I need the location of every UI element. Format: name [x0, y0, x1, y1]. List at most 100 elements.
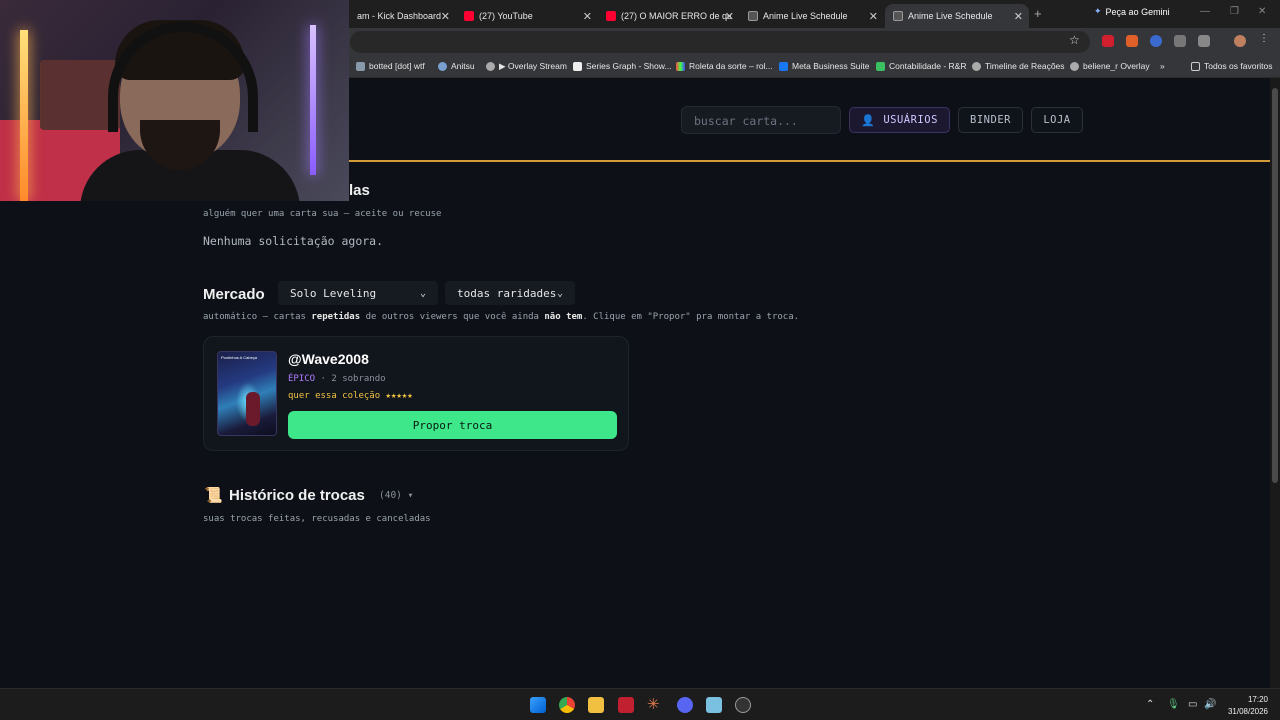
store-button[interactable]: LOJA [1031, 107, 1083, 133]
extensions-puzzle-icon[interactable] [1198, 35, 1210, 47]
history-count-toggle[interactable]: (40) ▾ [379, 490, 413, 501]
windows-taskbar: ✳ ⌃ 🎙 ▭ 🔊 17:20 31/08/2026 [0, 688, 1280, 720]
extension-icon[interactable] [1102, 35, 1114, 47]
market-desc-bold: repetidas [311, 312, 361, 322]
bookmark-item[interactable]: Series Graph - Show... [573, 61, 672, 71]
rarity-select[interactable]: todas raridades ⌄ [445, 281, 575, 305]
history-title[interactable]: Histórico de trocas [229, 487, 365, 504]
file-explorer-icon[interactable] [588, 697, 604, 713]
users-label: USUÁRIOS [883, 114, 938, 126]
clock-date: 31/08/2026 [1227, 707, 1268, 716]
profile-avatar[interactable] [1234, 35, 1246, 47]
collection-select[interactable]: Solo Leveling ⌄ [278, 281, 438, 305]
chrome-icon[interactable] [559, 697, 575, 713]
new-tab-icon[interactable]: + [1034, 6, 1042, 21]
notepad-icon[interactable] [706, 697, 722, 713]
market-desc-text: de outros viewers que você ainda [360, 312, 545, 322]
page-icon [893, 11, 903, 21]
taskbar-clock[interactable]: 17:20 31/08/2026 [1222, 694, 1268, 718]
bookmark-item[interactable]: Roleta da sorte – rol... [676, 61, 773, 71]
gemini-button[interactable]: ✦ Peça ao Gemini [1094, 6, 1170, 17]
tab-kick-dashboard[interactable]: am - Kick Dashboard ✕ [349, 4, 456, 28]
collection-select-value: Solo Leveling [290, 286, 377, 300]
bookmark-label: botted [dot] wtf [369, 61, 425, 71]
scrollbar-thumb[interactable] [1272, 88, 1278, 483]
propose-trade-button[interactable]: Propor troca [288, 411, 617, 439]
close-icon[interactable]: ✕ [583, 10, 592, 23]
market-title: Mercado [203, 286, 265, 303]
page-scrollbar[interactable] [1270, 78, 1280, 688]
bookmark-label: beliene_r Overlay [1083, 61, 1150, 71]
bookmark-icon [486, 62, 495, 71]
market-desc-text: automático — cartas [203, 312, 312, 322]
bookmark-label: Meta Business Suite [792, 61, 870, 71]
tray-chevron-icon[interactable]: ⌃ [1146, 699, 1154, 710]
app-icon[interactable]: ✳ [647, 695, 663, 713]
bookmark-icon [573, 61, 582, 71]
close-icon[interactable]: ✕ [869, 10, 878, 23]
address-bar[interactable] [350, 31, 1090, 53]
rarity-badge: ÉPICO [288, 374, 316, 384]
bookmark-icon [876, 61, 885, 71]
card-image[interactable]: Pontinhos A Cabeça [217, 351, 277, 436]
tab-youtube[interactable]: (27) YouTube ✕ [456, 4, 598, 28]
bookmark-star-icon[interactable]: ☆ [1069, 33, 1080, 47]
extension-icon[interactable] [1174, 35, 1186, 47]
bookmark-label: Roleta da sorte – rol... [689, 61, 773, 71]
all-bookmarks-folder[interactable]: Todos os favoritos [1191, 61, 1273, 71]
tab-youtube-video[interactable]: (27) O MAIOR ERRO de qu ✕ [598, 4, 740, 28]
offer-card: Pontinhos A Cabeça @Wave2008 ÉPICO · 2 s… [203, 336, 629, 451]
tab-label: Anime Live Schedule [908, 11, 993, 21]
offer-username: @Wave2008 [288, 351, 369, 367]
volume-icon[interactable]: 🔊 [1204, 699, 1216, 710]
binder-button[interactable]: BINDER [958, 107, 1023, 133]
bookmark-item[interactable]: Meta Business Suite [779, 61, 869, 71]
close-icon[interactable]: ✕ [1014, 10, 1023, 23]
card-art-figure [246, 392, 260, 426]
bookmark-label: Series Graph - Show... [586, 61, 672, 71]
folder-label: Todos os favoritos [1204, 61, 1273, 71]
webcam-overlay [0, 0, 349, 201]
close-icon[interactable]: ✕ [441, 10, 450, 23]
more-bookmarks-icon[interactable]: » [1160, 61, 1165, 71]
discord-icon[interactable] [677, 697, 693, 713]
bookmark-item[interactable]: Anitsu [438, 61, 475, 71]
bookmark-item[interactable]: beliene_r Overlay [1070, 61, 1150, 71]
search-input[interactable]: buscar carta... [681, 106, 841, 134]
bookmark-item[interactable]: ▶ Overlay Stream [486, 61, 567, 72]
start-icon[interactable] [530, 697, 546, 713]
microphone-icon[interactable]: 🎙 [1167, 699, 1180, 710]
minimize-icon[interactable]: — [1200, 6, 1210, 17]
bookmark-label: ▶ Overlay Stream [499, 61, 567, 71]
tab-anime-schedule[interactable]: Anime Live Schedule ✕ [740, 4, 884, 28]
maximize-icon[interactable]: ❐ [1230, 6, 1239, 17]
extension-icon[interactable] [1150, 35, 1162, 47]
obs-icon[interactable] [735, 697, 751, 713]
bookmark-item[interactable]: Contabilidade - R&R [876, 61, 966, 71]
chevron-down-icon: ⌄ [556, 287, 563, 299]
market-desc-bold: não tem [544, 312, 583, 322]
chevron-down-icon: ⌄ [419, 287, 426, 299]
clock-time: 17:20 [1247, 695, 1268, 704]
close-icon[interactable]: ✕ [725, 10, 734, 23]
network-icon[interactable]: ▭ [1188, 699, 1197, 710]
offer-wants: quer essa coleção ★★★★★ [288, 391, 413, 401]
bookmark-item[interactable]: Timeline de Reações [972, 61, 1065, 71]
extension-icon[interactable] [1126, 35, 1138, 47]
menu-dots-icon[interactable]: ⋮ [1259, 33, 1271, 45]
webcam-light-right [310, 25, 316, 175]
window-close-icon[interactable]: ✕ [1258, 6, 1266, 17]
bookmark-item[interactable]: botted [dot] wtf [356, 61, 425, 71]
users-button[interactable]: 👤 USUÁRIOS [849, 107, 950, 133]
app-icon[interactable] [618, 697, 634, 713]
page-icon [748, 11, 758, 21]
bookmark-icon [356, 61, 365, 71]
history-subtitle: suas trocas feitas, recusadas e cancelad… [203, 514, 431, 524]
requests-empty-text: Nenhuma solicitação agora. [203, 234, 384, 248]
market-desc-text: . Clique em "Propor" pra montar a troca. [582, 312, 800, 322]
tab-label: Anime Live Schedule [763, 11, 848, 21]
header-divider [349, 160, 1270, 162]
bookmark-icon [438, 61, 447, 71]
tab-anime-schedule-active[interactable]: Anime Live Schedule ✕ [885, 4, 1029, 28]
bookmark-icon [779, 61, 788, 71]
